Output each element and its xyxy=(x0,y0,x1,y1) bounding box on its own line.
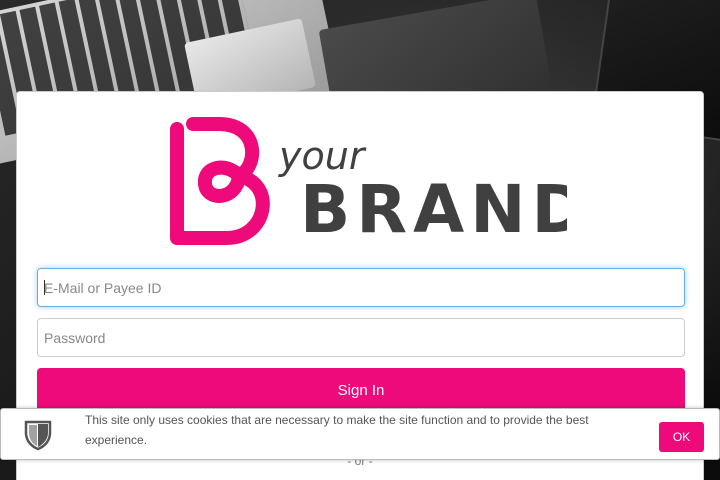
password-input[interactable] xyxy=(37,318,685,357)
brand-logo-word-brand: BRAND xyxy=(300,171,567,248)
email-input[interactable] xyxy=(37,268,685,307)
brand-logo-mark-icon xyxy=(170,117,270,245)
cookie-banner: This site only uses cookies that are nec… xyxy=(0,408,720,460)
sign-in-button[interactable]: Sign In xyxy=(37,368,685,412)
text-caret xyxy=(44,280,45,295)
cookie-message: This site only uses cookies that are nec… xyxy=(85,413,589,447)
brand-logo: your BRAND xyxy=(167,114,567,248)
cookie-ok-button[interactable]: OK xyxy=(659,422,704,452)
shield-icon xyxy=(23,419,53,451)
